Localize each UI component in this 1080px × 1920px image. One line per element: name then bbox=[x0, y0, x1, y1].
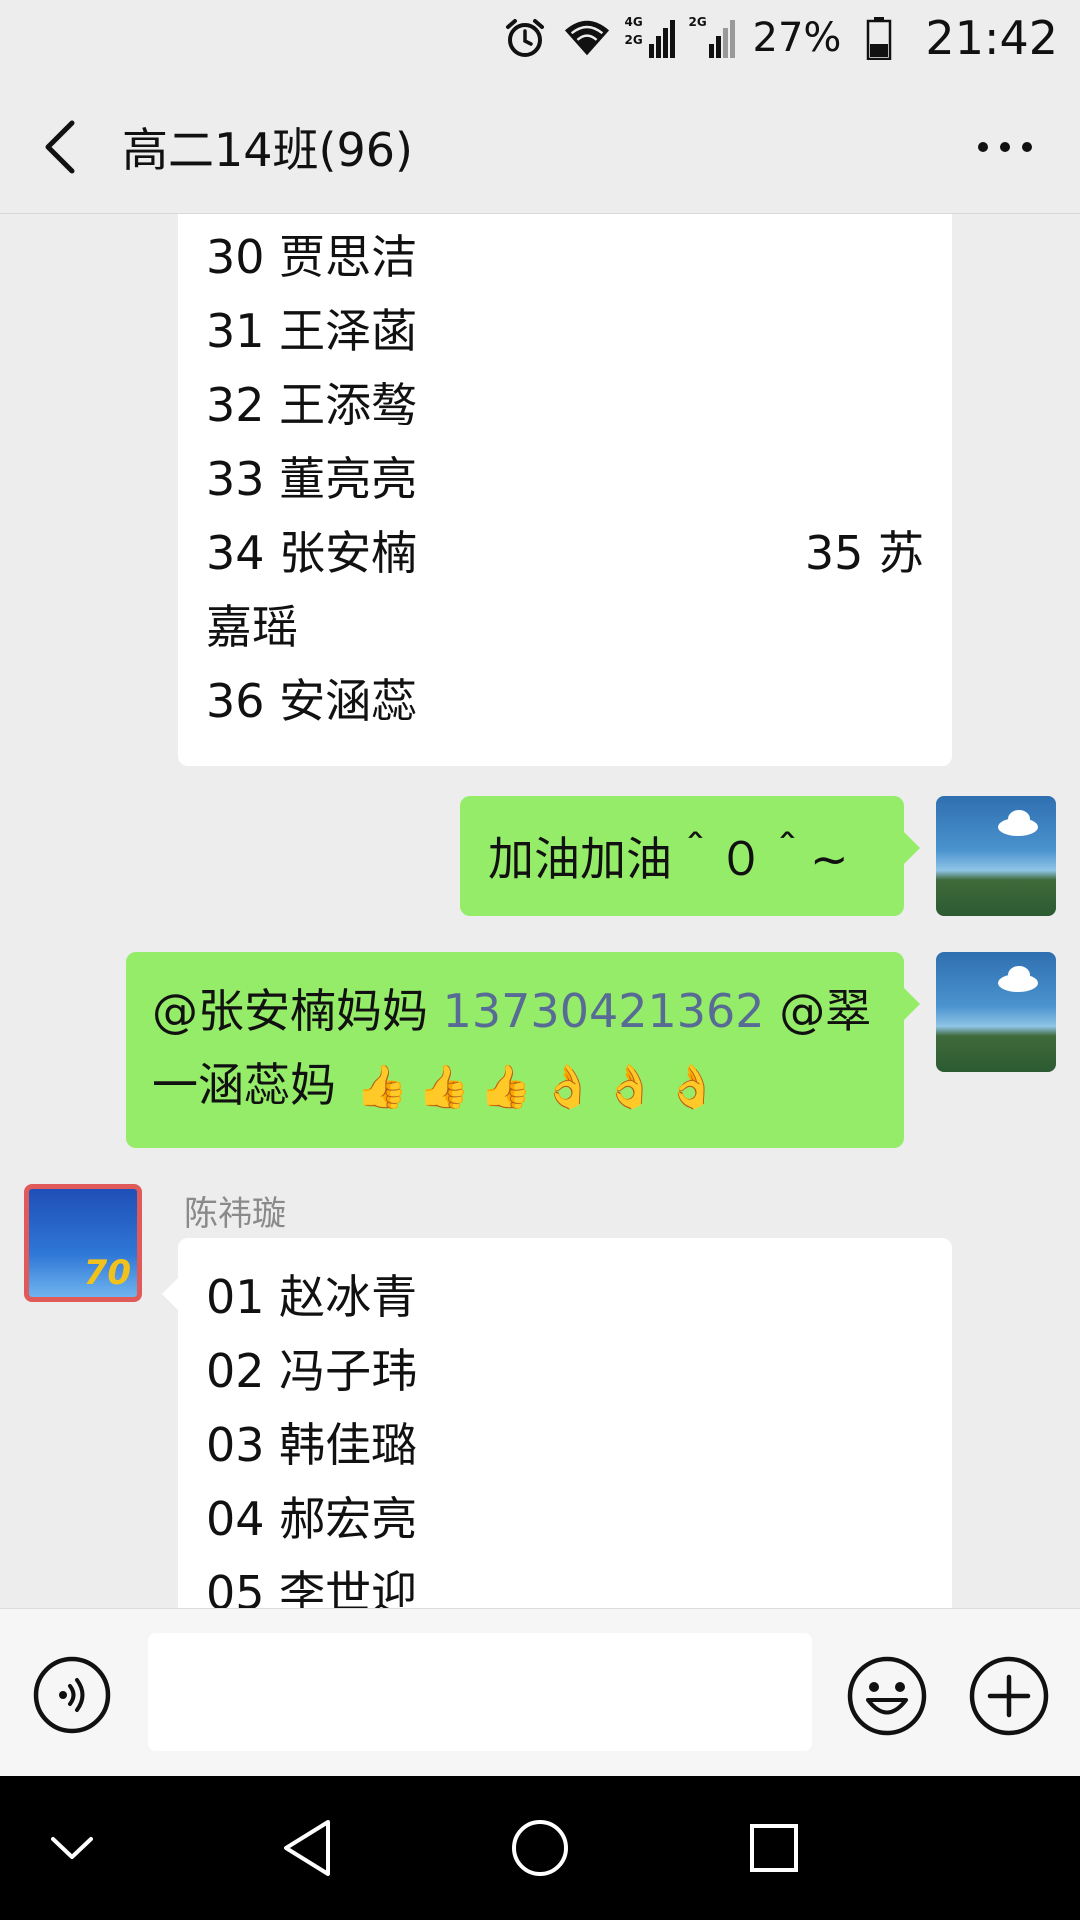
list-item: 05 李世迎 bbox=[206, 1566, 418, 1608]
message-text: 加油加油＾０＾~ bbox=[488, 832, 849, 886]
message-bubble-mine[interactable]: 加油加油＾０＾~ bbox=[460, 796, 920, 916]
status-bar: 4G 2G 2G 27% 21:42 bbox=[0, 0, 1080, 76]
message-bubble-mine[interactable]: @张安楠妈妈 13730421362 @翠 一涵蕊妈 👍 👍 👍 👌 👌 👌 bbox=[126, 952, 920, 1148]
thumbs-up-icon: 👍 bbox=[417, 1062, 470, 1111]
voice-input-button[interactable] bbox=[32, 1655, 112, 1735]
nav-home-button[interactable] bbox=[500, 1808, 580, 1888]
message-line: @张安楠妈妈 13730421362 @翠 bbox=[152, 974, 878, 1048]
avatar-self[interactable] bbox=[936, 952, 1056, 1072]
list-item: 03 韩佳璐 bbox=[206, 1418, 418, 1472]
avatar-self[interactable] bbox=[936, 796, 1056, 916]
circle-home-icon bbox=[512, 1820, 568, 1876]
ok-hand-icon: 👌 bbox=[665, 1062, 718, 1111]
wechat-group-chat-screen: 4G 2G 2G 27% 21:42 高二14班(96) 30 贾思洁 31 王… bbox=[0, 0, 1080, 1920]
battery-icon bbox=[855, 14, 903, 62]
message-line: 一涵蕊妈 👍 👍 👍 👌 👌 👌 bbox=[152, 1048, 878, 1124]
list-item: 31 王泽菡 bbox=[206, 304, 418, 358]
chevron-down-icon bbox=[51, 1837, 93, 1859]
ok-hand-icon: 👌 bbox=[541, 1062, 594, 1111]
triangle-back-icon bbox=[284, 1820, 330, 1876]
system-nav-bar bbox=[0, 1776, 1080, 1920]
mention[interactable]: @翠 bbox=[779, 984, 871, 1038]
list-item: 34 张安楠 35 苏 bbox=[206, 516, 924, 590]
emoji-button[interactable] bbox=[846, 1655, 928, 1737]
hide-keyboard-button[interactable] bbox=[32, 1808, 112, 1888]
thumbs-up-icon: 👍 bbox=[479, 1062, 532, 1111]
emoji-icon bbox=[847, 1656, 927, 1736]
battery-percent: 27% bbox=[752, 15, 842, 61]
thumbs-up-icon: 👍 bbox=[355, 1062, 408, 1111]
list-item: 32 王添骜 bbox=[206, 378, 418, 432]
ok-hand-icon: 👌 bbox=[603, 1062, 656, 1111]
list-item-right: 35 苏 bbox=[804, 526, 924, 580]
more-options-button[interactable] bbox=[960, 112, 1050, 182]
back-chevron-icon bbox=[45, 120, 75, 174]
input-bar bbox=[0, 1608, 1080, 1776]
clock-time: 21:42 bbox=[925, 11, 1058, 65]
network-2g-indicator: 2G bbox=[689, 14, 739, 62]
message-text: 一涵蕊妈 bbox=[152, 1058, 336, 1112]
more-dots-icon bbox=[978, 142, 1032, 152]
message-input[interactable] bbox=[148, 1633, 812, 1751]
network-4g-indicator: 4G 2G bbox=[625, 14, 675, 62]
avatar-chen-yixuan[interactable]: 70 bbox=[24, 1184, 142, 1302]
plus-icon bbox=[969, 1656, 1049, 1736]
message-list[interactable]: 30 贾思洁 31 王泽菡 32 王添骜 33 董亮亮 34 张安楠 35 苏 … bbox=[0, 214, 1080, 1608]
message-bubble-list-top[interactable]: 30 贾思洁 31 王泽菡 32 王添骜 33 董亮亮 34 张安楠 35 苏 … bbox=[178, 214, 952, 766]
voice-icon bbox=[33, 1656, 111, 1734]
alarm-icon bbox=[501, 14, 549, 62]
mention[interactable]: @张安楠妈妈 bbox=[152, 984, 428, 1038]
list-item-left: 34 张安楠 bbox=[206, 526, 418, 580]
page-title: 高二14班(96) bbox=[122, 123, 413, 177]
message-bubble-list-other[interactable]: 01 赵冰青 02 冯子玮 03 韩佳璐 04 郝宏亮 05 李世迎 bbox=[162, 1238, 952, 1608]
sender-name: 陈祎璇 bbox=[184, 1194, 286, 1234]
nav-recents-button[interactable] bbox=[734, 1808, 814, 1888]
back-button[interactable] bbox=[30, 112, 90, 182]
avatar-badge: 70 bbox=[83, 1253, 131, 1293]
list-item: 33 董亮亮 bbox=[206, 452, 418, 506]
list-item-wrap: 嘉瑶 bbox=[206, 600, 298, 654]
more-actions-button[interactable] bbox=[968, 1655, 1050, 1737]
wifi-icon bbox=[563, 14, 611, 62]
list-item: 04 郝宏亮 bbox=[206, 1492, 418, 1546]
phone-link[interactable]: 13730421362 bbox=[443, 984, 765, 1038]
square-recents-icon bbox=[750, 1824, 798, 1872]
list-item: 01 赵冰青 bbox=[206, 1270, 418, 1324]
list-item: 02 冯子玮 bbox=[206, 1344, 418, 1398]
chat-header: 高二14班(96) bbox=[0, 76, 1080, 214]
list-item: 30 贾思洁 bbox=[206, 230, 418, 284]
nav-back-button[interactable] bbox=[268, 1808, 348, 1888]
list-item: 36 安涵蕊 bbox=[206, 674, 418, 728]
